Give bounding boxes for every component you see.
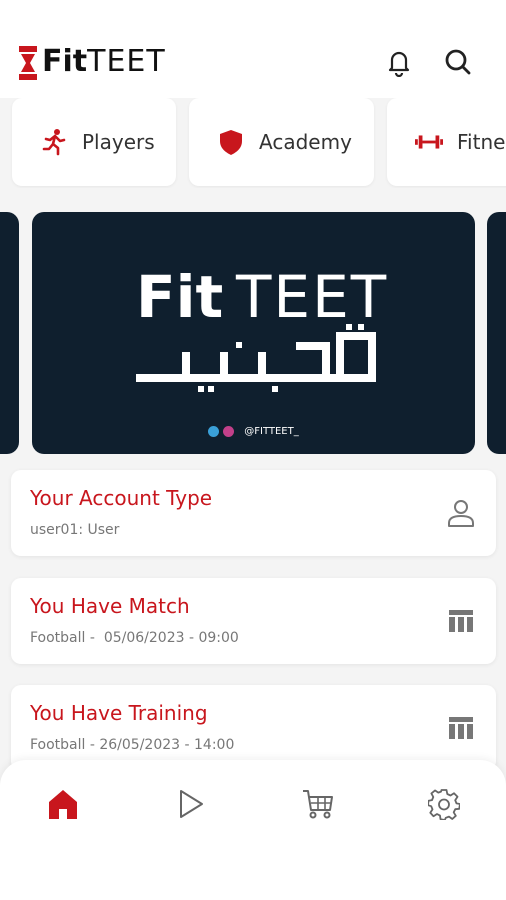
card-title: You Have Training <box>30 701 208 725</box>
nav-play[interactable] <box>170 784 210 824</box>
nav-home[interactable] <box>43 784 83 824</box>
gear-icon <box>428 789 460 820</box>
running-player-icon <box>40 128 68 156</box>
logo-teet-text: TEET <box>87 44 166 79</box>
shield-icon <box>217 128 245 156</box>
instagram-icon <box>223 426 235 437</box>
dumbbell-icon <box>415 128 443 156</box>
chip-fitness[interactable]: Fitne <box>387 98 506 186</box>
card-subtitle: Football - 26/05/2023 - 14:00 <box>30 737 235 753</box>
cart-icon <box>303 790 333 819</box>
chip-academy[interactable]: Academy <box>189 98 374 186</box>
twitter-icon <box>208 426 220 437</box>
home-icon <box>49 790 77 819</box>
logo-mark-icon <box>19 46 37 80</box>
app-header: Fit TEET <box>0 0 506 98</box>
bell-icon[interactable] <box>383 46 415 78</box>
calendar-table-icon <box>446 713 476 743</box>
banner-logo-fit: Fit <box>136 263 224 331</box>
training-card[interactable]: You Have Training Football - 26/05/2023 … <box>11 685 496 771</box>
chip-players[interactable]: Players <box>12 98 176 186</box>
promo-banner[interactable]: Fit TEET @FITTEET_ <box>32 212 475 454</box>
banner-arabic-wordmark <box>136 324 376 392</box>
chip-label: Players <box>82 130 155 154</box>
logo-fit-text: Fit <box>42 44 88 79</box>
card-title: Your Account Type <box>30 486 213 510</box>
card-subtitle: Football - 05/06/2023 - 09:00 <box>30 630 239 646</box>
play-icon <box>180 790 203 818</box>
banner-social-handle: @FITTEET_ <box>32 426 475 437</box>
nav-settings[interactable] <box>424 784 464 824</box>
match-card[interactable]: You Have Match Football - 05/06/2023 - 0… <box>11 578 496 664</box>
banner-logo-teet: TEET <box>236 263 389 331</box>
nav-cart[interactable] <box>298 784 338 824</box>
category-chips: Players Academy Fitne <box>0 98 506 188</box>
carousel-prev-slide[interactable] <box>0 212 19 454</box>
handle-text: @FITTEET_ <box>244 426 299 437</box>
card-title: You Have Match <box>30 594 190 618</box>
chip-label: Fitne <box>457 130 506 154</box>
user-icon <box>446 498 476 528</box>
card-subtitle: user01: User <box>30 522 120 538</box>
app-logo: Fit TEET <box>18 44 166 80</box>
carousel-next-slide[interactable] <box>487 212 506 454</box>
account-type-card[interactable]: Your Account Type user01: User <box>11 470 496 556</box>
bottom-navigation <box>0 760 506 900</box>
calendar-table-icon <box>446 606 476 636</box>
search-icon[interactable] <box>442 46 474 78</box>
chip-label: Academy <box>259 130 352 154</box>
